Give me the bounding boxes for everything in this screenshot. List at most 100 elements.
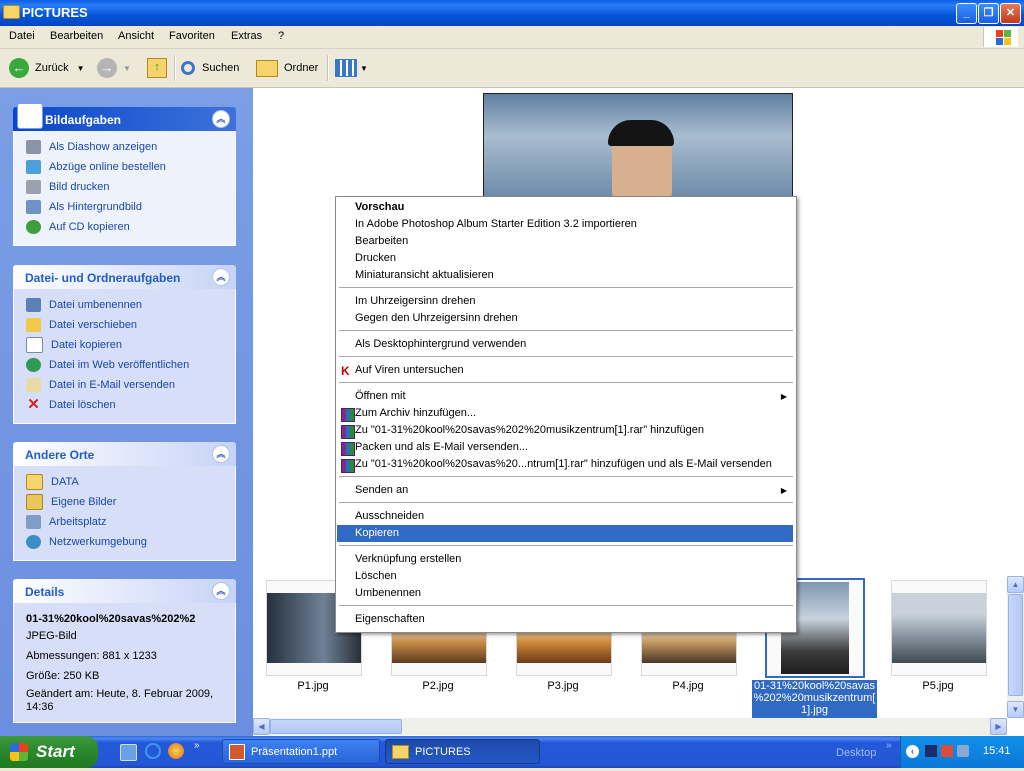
- ie-icon[interactable]: [145, 743, 161, 759]
- folder-up-icon: ↑: [147, 58, 167, 78]
- scroll-left-icon[interactable]: ◀: [253, 718, 270, 735]
- collapse-icon[interactable]: ︽: [212, 445, 230, 463]
- start-button[interactable]: Start: [0, 736, 98, 768]
- menu-item-send-to[interactable]: Senden an ▶: [337, 482, 793, 499]
- task-delete[interactable]: ✕ Datei löschen: [14, 395, 235, 415]
- chevron-down-icon[interactable]: ▼: [77, 64, 85, 73]
- task-email[interactable]: Datei in E-Mail versenden: [14, 375, 235, 395]
- menu-item-rename[interactable]: Umbenennen: [337, 585, 793, 602]
- place-data[interactable]: DATA: [14, 472, 235, 492]
- task-copy-cd[interactable]: Auf CD kopieren: [14, 217, 235, 237]
- collapse-icon[interactable]: ︽: [212, 268, 230, 286]
- menu-item-add-rar-email[interactable]: Zu "01-31%20kool%20savas%20...ntrum[1].r…: [337, 456, 793, 473]
- menu-item-add-to-rar[interactable]: Zu "01-31%20kool%20savas%202%20musikzent…: [337, 422, 793, 439]
- menu-item-cut[interactable]: Ausschneiden: [337, 508, 793, 525]
- task-powerpoint[interactable]: Präsentation1.ppt: [222, 739, 380, 764]
- desktop-toolbar-label[interactable]: Desktop: [836, 736, 876, 768]
- task-move[interactable]: Datei verschieben: [14, 315, 235, 335]
- scroll-up-icon[interactable]: ▲: [1007, 576, 1024, 593]
- menu-favoriten[interactable]: Favoriten: [169, 30, 215, 42]
- details-modified: Geändert am: Heute, 8. Februar 2009,: [26, 688, 214, 700]
- vertical-scrollbar[interactable]: ▲ ▼: [1007, 576, 1024, 718]
- network-icon[interactable]: [957, 745, 969, 757]
- other-places-header[interactable]: Andere Orte ︽: [13, 442, 236, 466]
- task-wallpaper[interactable]: Als Hintergrundbild: [14, 197, 235, 217]
- media-player-icon[interactable]: [168, 743, 184, 759]
- menu-extras[interactable]: Extras: [231, 30, 262, 42]
- views-button[interactable]: ▼: [335, 57, 368, 79]
- back-arrow-icon: ←: [9, 58, 29, 78]
- task-rename[interactable]: Datei umbenennen: [14, 295, 235, 315]
- thumbnail-p5[interactable]: [891, 580, 987, 676]
- chevron-down-icon[interactable]: ▼: [123, 64, 131, 73]
- menu-item-refresh-thumbnail[interactable]: Miniaturansicht aktualisieren: [337, 267, 793, 284]
- menu-help[interactable]: ?: [278, 30, 284, 42]
- task-copy[interactable]: Datei kopieren: [14, 335, 235, 355]
- folder-icon: [3, 5, 20, 19]
- picture-tasks-header[interactable]: Bildaufgaben ︽: [13, 103, 236, 131]
- menu-item-label: Auf Viren untersuchen: [355, 364, 464, 376]
- menu-bearbeiten[interactable]: Bearbeiten: [50, 30, 103, 42]
- task-pictures[interactable]: PICTURES: [385, 739, 540, 764]
- menu-item-properties[interactable]: Eigenschaften: [337, 611, 793, 628]
- menu-item-delete[interactable]: Löschen: [337, 568, 793, 585]
- task-slideshow[interactable]: Als Diashow anzeigen: [14, 137, 235, 157]
- tray-app-icon[interactable]: [925, 745, 937, 757]
- menu-item-copy[interactable]: Kopieren: [337, 525, 793, 542]
- menu-item-edit[interactable]: Bearbeiten: [337, 233, 793, 250]
- menu-item-create-shortcut[interactable]: Verknüpfung erstellen: [337, 551, 793, 568]
- up-folder-button[interactable]: ↑: [147, 57, 167, 79]
- scroll-right-icon[interactable]: ▶: [990, 718, 1007, 735]
- collapse-icon[interactable]: ︽: [212, 110, 230, 128]
- menu-item-add-archive[interactable]: Zum Archiv hinzufügen...: [337, 405, 793, 422]
- place-my-computer[interactable]: Arbeitsplatz: [14, 512, 235, 532]
- taskbar: Start » Präsentation1.ppt PICTURES Deskt…: [0, 736, 1024, 768]
- network-icon: [26, 535, 41, 549]
- minimize-button[interactable]: _: [956, 3, 977, 24]
- thumbnail-label: P4.jpg: [672, 680, 704, 692]
- menu-item-virus-scan[interactable]: K Auf Viren untersuchen: [337, 362, 793, 379]
- menu-item-pack-email[interactable]: Packen und als E-Mail versenden...: [337, 439, 793, 456]
- file-tasks-header[interactable]: Datei- und Ordneraufgaben ︽: [13, 265, 236, 289]
- clock[interactable]: 15:41: [983, 745, 1011, 757]
- menu-item-rotate-cw[interactable]: Im Uhrzeigersinn drehen: [337, 293, 793, 310]
- place-label: Eigene Bilder: [51, 496, 117, 508]
- scroll-thumb[interactable]: [270, 719, 402, 734]
- toolbar-expand-icon[interactable]: »: [886, 740, 892, 751]
- menu-ansicht[interactable]: Ansicht: [118, 30, 154, 42]
- context-menu: Vorschau In Adobe Photoshop Album Starte…: [335, 196, 797, 633]
- menu-item-print[interactable]: Drucken: [337, 250, 793, 267]
- details-header[interactable]: Details ︽: [13, 579, 236, 603]
- menu-item-set-wallpaper[interactable]: Als Desktophintergrund verwenden: [337, 336, 793, 353]
- place-network[interactable]: Netzwerkumgebung: [14, 532, 235, 552]
- panel-title: Details: [25, 585, 65, 599]
- menu-separator: [339, 502, 793, 503]
- image-preview[interactable]: [483, 93, 793, 199]
- task-publish[interactable]: Datei im Web veröffentlichen: [14, 355, 235, 375]
- menu-item-preview[interactable]: Vorschau: [337, 199, 793, 216]
- search-button[interactable]: Suchen: [181, 57, 239, 79]
- menu-item-import-photoshop[interactable]: In Adobe Photoshop Album Starter Edition…: [337, 216, 793, 233]
- desktop-shortcut-icon[interactable]: [120, 744, 137, 761]
- task-print[interactable]: Bild drucken: [14, 177, 235, 197]
- forward-button[interactable]: → ▼: [97, 57, 131, 79]
- scroll-down-icon[interactable]: ▼: [1007, 701, 1024, 718]
- tray-antivirus-icon[interactable]: [941, 745, 953, 757]
- maximize-button[interactable]: ❐: [978, 3, 999, 24]
- tray-collapse-icon[interactable]: ‹: [906, 745, 919, 758]
- title-bar[interactable]: PICTURES _ ❐ ✕: [0, 0, 1024, 26]
- menu-datei[interactable]: Datei: [9, 30, 35, 42]
- close-button[interactable]: ✕: [1000, 3, 1021, 24]
- quicklaunch-expand-icon[interactable]: »: [194, 740, 200, 751]
- back-button[interactable]: ← Zurück ▼: [9, 57, 85, 79]
- folders-button[interactable]: Ordner: [256, 57, 318, 79]
- menu-item-rotate-ccw[interactable]: Gegen den Uhrzeigersinn drehen: [337, 310, 793, 327]
- task-order-prints[interactable]: Abzüge online bestellen: [14, 157, 235, 177]
- scroll-thumb[interactable]: [1008, 594, 1023, 696]
- menu-item-open-with[interactable]: Öffnen mit ▶: [337, 388, 793, 405]
- place-my-pictures[interactable]: Eigene Bilder: [14, 492, 235, 512]
- horizontal-scrollbar[interactable]: ◀ ▶: [253, 718, 1007, 735]
- details-modified-time: 14:36: [26, 701, 54, 713]
- task-label: Datei umbenennen: [49, 299, 142, 311]
- collapse-icon[interactable]: ︽: [212, 582, 230, 600]
